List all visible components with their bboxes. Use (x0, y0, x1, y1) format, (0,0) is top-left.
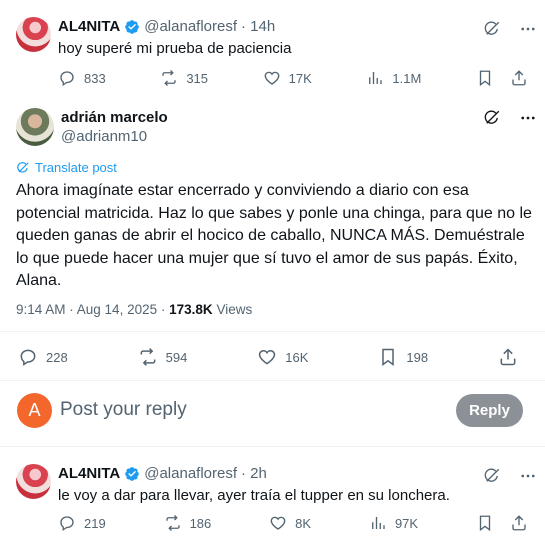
divider (0, 380, 545, 381)
tweet-text: hoy superé mi prueba de paciencia (58, 40, 292, 57)
tweet-top-icons (483, 109, 537, 127)
translate-post-link[interactable]: Translate post (16, 160, 117, 175)
tweet-top-icons (483, 20, 537, 38)
reply-action[interactable]: 833 (58, 69, 106, 87)
repost-count: 186 (189, 515, 212, 531)
repost-icon (162, 70, 177, 86)
main-tweet: adrián marcelo @adrianm10 Translate post… (0, 100, 545, 378)
verified-badge-icon (124, 19, 140, 35)
text-line: lo que puede hacer una mujer que sí tuvo… (16, 249, 518, 267)
repost-action[interactable]: 594 (138, 347, 188, 367)
reply-count: 219 (84, 515, 106, 531)
repost-icon (165, 515, 180, 531)
avatar[interactable] (16, 108, 54, 146)
more-options-icon[interactable] (519, 467, 537, 485)
more-options-icon[interactable] (519, 109, 537, 127)
heart-icon (264, 71, 279, 85)
main-action-bar: 228 594 16K 198 (18, 346, 518, 368)
views-count: 173.8K (169, 302, 213, 317)
handle[interactable]: @alanafloresf (144, 18, 237, 35)
share-icon[interactable] (510, 514, 528, 532)
reply-action[interactable]: 219 (58, 514, 106, 532)
text-line: Alana. (16, 272, 62, 289)
tweet-header: adrián marcelo (61, 109, 168, 126)
text-line: potencial matricida. Haz lo que sabes y … (16, 204, 532, 222)
action-bar: 833 315 17K 1.1M (58, 68, 528, 88)
views-count: 97K (394, 515, 419, 531)
bookmark-icon[interactable] (476, 514, 494, 532)
grok-icon[interactable] (483, 109, 501, 127)
reply-input[interactable]: Post your reply (60, 399, 187, 421)
heart-icon (270, 516, 286, 530)
parent-tweet[interactable]: AL4NITA @alanafloresf · 14h hoy superé m… (0, 0, 545, 100)
reply-count: 833 (84, 70, 106, 86)
action-bar: 219 186 8K 97K (58, 513, 528, 533)
tweet-meta: 9:14 AM · Aug 14, 2025 · 173.8K Views (16, 302, 252, 317)
translate-icon (17, 161, 29, 173)
reply-button[interactable]: Reply (456, 394, 523, 427)
text-line: queden ganas de abrir el hocico de cabal… (16, 227, 525, 244)
reply-tweet[interactable]: AL4NITA @alanafloresf · 2h le voy a dar … (0, 447, 545, 552)
repost-icon (140, 348, 156, 366)
divider (0, 331, 545, 332)
bookmark-icon (382, 348, 395, 366)
views-action[interactable]: 1.1M (366, 69, 421, 87)
bookmark-icon[interactable] (476, 69, 494, 87)
tweet-top-icons (483, 467, 537, 485)
grok-icon[interactable] (483, 20, 501, 38)
post-timestamp[interactable]: 9:14 AM · Aug 14, 2025 · (16, 302, 165, 317)
timestamp[interactable]: · 2h (241, 465, 267, 482)
reply-count: 228 (46, 349, 68, 365)
reply-action[interactable]: 228 (18, 347, 68, 367)
display-name[interactable]: AL4NITA (58, 465, 120, 482)
share-icon[interactable] (498, 347, 518, 367)
like-action[interactable]: 16K (257, 347, 308, 367)
views-label: Views (216, 302, 253, 317)
text-line: Ahora imagínate estar encerrado y conviv… (16, 182, 469, 199)
tweet-text: le voy a dar para llevar, ayer traía el … (58, 487, 450, 504)
repost-action[interactable]: 186 (164, 514, 212, 532)
share-icon[interactable] (510, 69, 528, 87)
verified-badge-icon (124, 466, 140, 482)
repost-count: 315 (186, 70, 209, 86)
bookmark-action[interactable]: 198 (378, 347, 428, 367)
translate-label: Translate post (35, 160, 117, 175)
reply-icon (60, 71, 74, 87)
handle[interactable]: @adrianm10 (61, 128, 147, 145)
like-count: 17K (288, 70, 312, 86)
main-tweet-text: Ahora imagínate estar encerrado y conviv… (16, 180, 536, 293)
repost-action[interactable]: 315 (160, 69, 208, 87)
reply-icon (60, 516, 74, 532)
composer-avatar[interactable]: A (17, 393, 52, 428)
avatar[interactable] (16, 17, 51, 52)
right-actions (476, 514, 528, 532)
bookmark-count: 198 (406, 349, 429, 365)
avatar[interactable] (16, 464, 51, 499)
tweet-header: AL4NITA @alanafloresf · 2h (58, 465, 267, 482)
right-actions (476, 69, 528, 87)
grok-icon[interactable] (483, 467, 501, 485)
analytics-icon (372, 517, 385, 529)
like-count: 8K (295, 515, 312, 531)
more-options-icon[interactable] (519, 20, 537, 38)
display-name[interactable]: AL4NITA (58, 18, 120, 35)
handle-line: @adrianm10 (61, 128, 147, 145)
handle[interactable]: @alanafloresf (144, 465, 237, 482)
views-count: 1.1M (392, 70, 422, 86)
timestamp[interactable]: · 14h (241, 18, 275, 35)
like-action[interactable]: 8K (269, 514, 311, 532)
display-name[interactable]: adrián marcelo (61, 109, 168, 126)
analytics-icon (369, 72, 383, 84)
views-action[interactable]: 97K (369, 514, 418, 532)
like-action[interactable]: 17K (263, 69, 312, 87)
tweet-header: AL4NITA @alanafloresf · 14h (58, 18, 275, 35)
reply-icon (20, 349, 36, 366)
repost-count: 594 (165, 349, 188, 365)
avatar-letter: A (28, 400, 41, 420)
heart-icon (259, 349, 276, 365)
like-count: 16K (285, 349, 309, 365)
